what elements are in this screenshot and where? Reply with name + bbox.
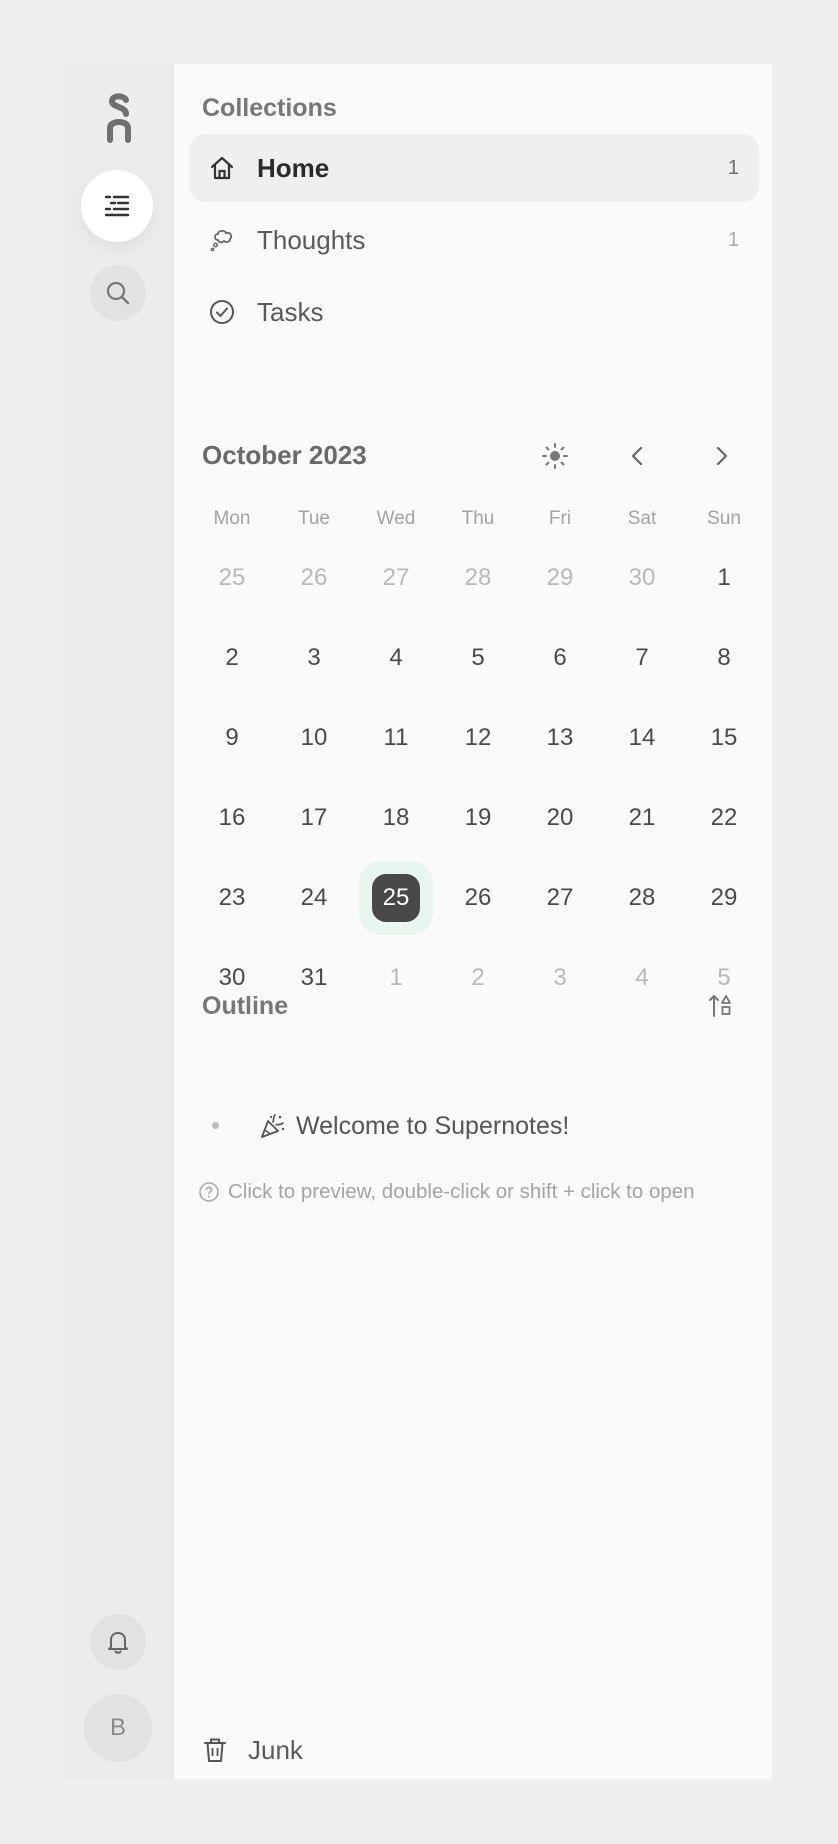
previous-month-button[interactable] [620,438,656,474]
calendar-day[interactable]: 12 [437,708,519,768]
today-day-number: 25 [372,874,420,922]
search-icon [106,281,130,305]
outline-hint: Click to preview, double-click or shift … [198,1180,695,1204]
junk-item[interactable]: Junk [202,1730,303,1770]
user-avatar[interactable]: B [84,1694,152,1762]
calendar-day[interactable]: 17 [273,788,355,848]
weekday-label: Sat [627,508,657,529]
collection-count: 1 [727,156,739,179]
sort-icon [709,995,731,1017]
calendar-day[interactable]: 11 [355,708,437,768]
thought-bubble-icon [208,226,236,254]
junk-label: Junk [248,1734,303,1765]
calendar-day[interactable]: 18 [355,788,437,848]
collection-item-home[interactable]: Home 1 [189,134,759,202]
help-circle-icon [199,1182,219,1202]
collection-label: Home [257,152,330,183]
party-popper-icon [261,1114,285,1138]
sun-icon [542,443,568,469]
calendar-day[interactable]: 25 [191,548,273,608]
outline-item-label: Welcome to Supernotes! [296,1112,570,1140]
bell-icon [108,1632,128,1654]
list-icon [104,195,130,217]
calendar-day[interactable]: 8 [683,628,765,688]
outline-title: Outline [202,992,289,1020]
calendar-day[interactable]: 2 [191,628,273,688]
weekday-label: Mon [213,508,251,529]
weekday-label: Tue [297,508,331,529]
calendar-day[interactable]: 1 [355,948,437,1008]
calendar-day[interactable]: 25 [355,861,437,935]
collections-title: Collections [202,94,337,122]
calendar-day[interactable]: 3 [519,948,601,1008]
calendar-day[interactable]: 4 [601,948,683,1008]
calendar-day[interactable]: 1 [683,548,765,608]
bullet-icon [212,1122,219,1129]
calendar-day[interactable]: 4 [355,628,437,688]
calendar-day[interactable]: 26 [437,868,519,928]
next-month-button[interactable] [703,438,739,474]
chevron-left-icon [631,446,643,466]
weekday-label: Fri [548,508,572,529]
calendar-day[interactable]: 14 [601,708,683,768]
calendar-day[interactable]: 16 [191,788,273,848]
calendar-day[interactable]: 29 [519,548,601,608]
collection-label: Thoughts [257,224,366,255]
weekday-label: Sun [707,508,741,529]
icon-rail: B [64,64,173,1779]
calendar-day[interactable]: 6 [519,628,601,688]
calendar-day[interactable]: 10 [273,708,355,768]
calendar-day[interactable]: 30 [601,548,683,608]
sort-button[interactable] [703,988,739,1024]
trash-icon [204,1738,226,1762]
logo-icon[interactable] [104,92,134,144]
calendar-day[interactable]: 22 [683,788,765,848]
sidebar-panel: Collections Home 1 Thoughts 1 Tasks Octo… [173,64,772,1779]
calendar-day[interactable]: 7 [601,628,683,688]
theme-toggle-button[interactable] [537,438,573,474]
calendar-day[interactable]: 29 [683,868,765,928]
chevron-right-icon [716,446,728,466]
app-window: B Collections Home 1 Thoughts 1 Tasks Oc… [64,64,772,1779]
hint-text: Click to preview, double-click or shift … [228,1180,695,1203]
calendar-day[interactable]: 19 [437,788,519,848]
calendar-day[interactable]: 28 [601,868,683,928]
collection-item-thoughts[interactable]: Thoughts 1 [189,206,759,274]
weekday-label: Wed [376,508,416,529]
collections-view-button[interactable] [81,170,153,242]
home-icon [208,154,236,182]
calendar-day[interactable]: 24 [273,868,355,928]
collection-item-tasks[interactable]: Tasks [189,278,759,346]
calendar-day[interactable]: 26 [273,548,355,608]
calendar-day[interactable]: 27 [519,868,601,928]
check-circle-icon [208,298,236,326]
collection-count: 1 [727,228,739,251]
calendar-day[interactable]: 13 [519,708,601,768]
search-button[interactable] [90,265,146,321]
calendar-day[interactable]: 23 [191,868,273,928]
calendar-day[interactable]: 28 [437,548,519,608]
collection-label: Tasks [257,296,324,327]
calendar-day[interactable]: 3 [273,628,355,688]
calendar-day[interactable]: 5 [437,628,519,688]
calendar-day[interactable]: 2 [437,948,519,1008]
calendar-day[interactable]: 9 [191,708,273,768]
calendar-day[interactable]: 21 [601,788,683,848]
calendar-day[interactable]: 15 [683,708,765,768]
calendar-month-label: October 2023 [202,440,367,470]
calendar-day[interactable]: 20 [519,788,601,848]
weekday-label: Thu [461,508,495,529]
notifications-button[interactable] [90,1614,146,1670]
calendar-day[interactable]: 27 [355,548,437,608]
